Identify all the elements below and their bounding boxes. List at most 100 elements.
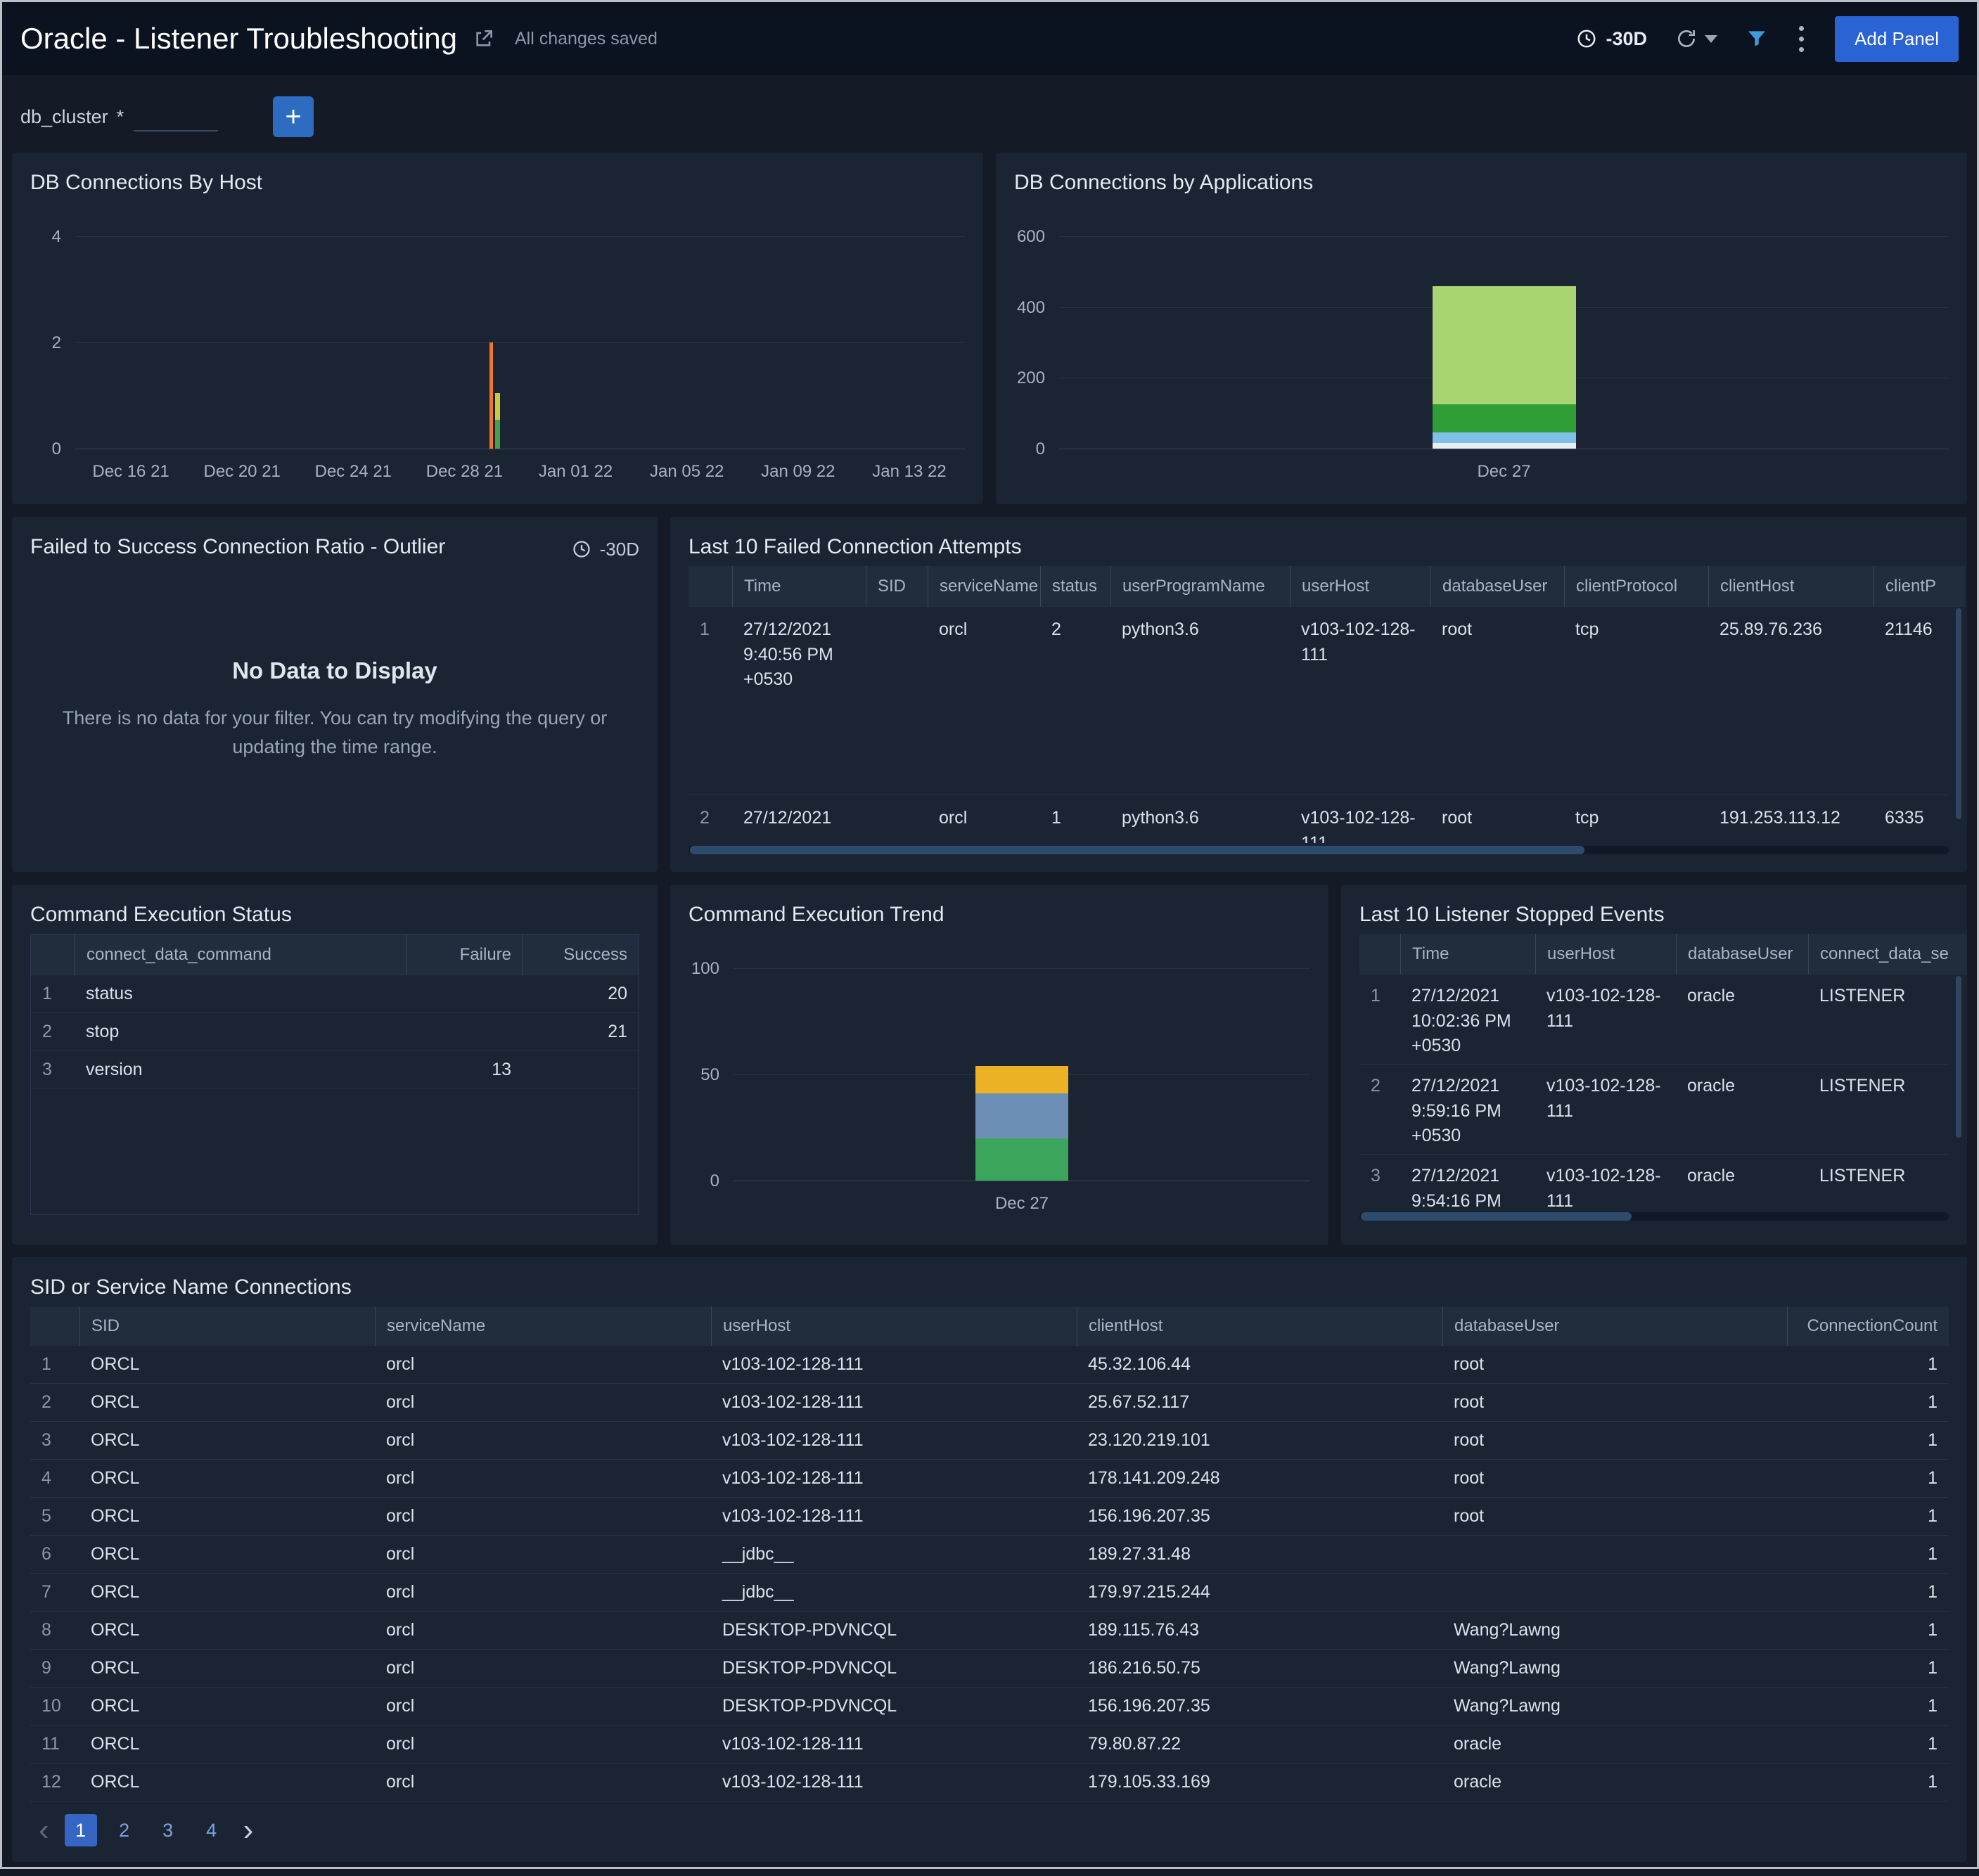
row-index: 10 <box>30 1688 79 1725</box>
cell-databaseuser: root <box>1442 1346 1787 1383</box>
y-axis-label: 4 <box>52 227 61 247</box>
horizontal-scrollbar[interactable] <box>1359 1212 1949 1221</box>
column-header-userhost[interactable]: userHost <box>1290 566 1430 607</box>
add-filter-button[interactable]: + <box>273 96 314 137</box>
time-range-label: -30D <box>1606 28 1647 50</box>
table-row: 8 ORCL orcl DESKTOP-PDVNCQL 189.115.76.4… <box>30 1612 1949 1650</box>
cell-sid: ORCL <box>79 1650 375 1687</box>
cell-success <box>523 1051 639 1088</box>
chart-plot-area <box>75 216 965 449</box>
gridline <box>734 968 1310 969</box>
next-page-button[interactable]: › <box>239 1815 258 1846</box>
clock-icon <box>572 539 591 559</box>
column-header-clientport[interactable]: clientP <box>1874 566 1965 607</box>
column-header-status[interactable]: status <box>1040 566 1110 607</box>
panel-db-connections-by-applications: DB Connections by Applications 020040060… <box>996 153 1967 504</box>
stacked-bar <box>1433 286 1576 449</box>
vertical-scrollbar-thumb[interactable] <box>1956 976 1961 1138</box>
cell-clienthost: 179.97.215.244 <box>1077 1574 1442 1611</box>
cell-databaseuser: oracle <box>1676 1065 1808 1154</box>
column-header-databaseuser[interactable]: databaseUser <box>1430 566 1564 607</box>
table-header: Time SID serviceName status userProgramN… <box>689 566 1965 607</box>
panel-title: SID or Service Name Connections <box>30 1276 1949 1299</box>
page-button-3[interactable]: 3 <box>152 1814 184 1846</box>
cell-connect-data-service: LISTENER <box>1808 975 1949 1064</box>
page-button-1[interactable]: 1 <box>65 1814 97 1846</box>
prev-page-button[interactable]: ‹ <box>34 1815 53 1846</box>
table-row: 2 stop 21 <box>31 1013 639 1051</box>
bar <box>489 342 493 449</box>
column-header-servicename[interactable]: serviceName <box>928 566 1040 607</box>
column-header-index <box>31 934 75 975</box>
column-header-command[interactable]: connect_data_command <box>75 934 406 975</box>
x-axis-label: Jan 05 22 <box>650 462 724 482</box>
table-row: 1 27/12/2021 10:02:36 PM +0530 v103-102-… <box>1359 975 1949 1065</box>
horizontal-scrollbar[interactable] <box>689 846 1949 854</box>
vertical-scrollbar-thumb[interactable] <box>1956 608 1961 819</box>
column-header-userhost[interactable]: userHost <box>1535 934 1676 975</box>
cell-servicename: orcl <box>375 1460 711 1497</box>
share-icon[interactable] <box>473 27 495 50</box>
refresh-control[interactable] <box>1675 27 1717 50</box>
cell-success: 20 <box>523 975 639 1013</box>
cell-clienthost: 156.196.207.35 <box>1077 1688 1442 1725</box>
time-range-control[interactable]: -30D <box>1576 28 1647 50</box>
gridline <box>75 342 965 343</box>
column-header-time[interactable]: Time <box>732 566 866 607</box>
cell-userhost: v103-102-128-111 <box>711 1763 1077 1801</box>
row-index: 2 <box>31 1013 75 1051</box>
panel-last-10-failed-connection-attempts: Last 10 Failed Connection Attempts Time … <box>670 517 1967 872</box>
column-header-userprogramname[interactable]: userProgramName <box>1110 566 1290 607</box>
cell-connectioncount: 1 <box>1787 1498 1949 1535</box>
column-header-sid[interactable]: SID <box>866 566 928 607</box>
cell-sid: ORCL <box>79 1498 375 1535</box>
cell-userhost: v103-102-128-111 <box>711 1726 1077 1763</box>
cell-userhost: DESKTOP-PDVNCQL <box>711 1650 1077 1687</box>
horizontal-scrollbar-thumb[interactable] <box>690 846 1584 854</box>
bar <box>495 420 500 449</box>
cell-command: status <box>75 975 406 1013</box>
required-asterisk: * <box>117 106 124 128</box>
column-header-sid[interactable]: SID <box>79 1306 375 1346</box>
column-header-clientprotocol[interactable]: clientProtocol <box>1564 566 1708 607</box>
top-bar: Oracle - Listener Troubleshooting All ch… <box>2 2 1977 75</box>
cell-connectioncount: 1 <box>1787 1574 1949 1611</box>
cell-connectioncount: 1 <box>1787 1726 1949 1763</box>
table-header: Time userHost databaseUser connect_data_… <box>1359 934 1967 975</box>
page-button-2[interactable]: 2 <box>108 1814 141 1846</box>
bar-segment <box>975 1066 1068 1093</box>
bar-segment <box>1433 286 1576 405</box>
x-axis: Dec 27 <box>1059 449 1949 487</box>
column-header-clienthost[interactable]: clientHost <box>1708 566 1874 607</box>
row-index: 1 <box>1359 975 1400 1064</box>
column-header-databaseuser[interactable]: databaseUser <box>1676 934 1808 975</box>
table-row: 7 ORCL orcl __jdbc__ 179.97.215.244 1 <box>30 1574 1949 1612</box>
kebab-menu[interactable] <box>1796 23 1807 55</box>
cell-connectioncount: 1 <box>1787 1612 1949 1649</box>
column-header-success[interactable]: Success <box>523 934 639 975</box>
add-panel-button[interactable]: Add Panel <box>1835 16 1959 62</box>
cell-userhost: DESKTOP-PDVNCQL <box>711 1612 1077 1649</box>
column-header-failure[interactable]: Failure <box>406 934 523 975</box>
bar-segment <box>975 1093 1068 1138</box>
page-button-4[interactable]: 4 <box>196 1814 228 1846</box>
filter-icon[interactable] <box>1746 27 1768 50</box>
column-header-connect-data-service[interactable]: connect_data_se <box>1808 934 1967 975</box>
cell-sid: ORCL <box>79 1612 375 1649</box>
cell-time: 27/12/2021 <box>732 795 866 843</box>
db-cluster-input[interactable] <box>134 102 218 131</box>
panel-time-range-control[interactable]: -30D <box>572 539 639 560</box>
cell-userhost: v103-102-128-111 <box>1535 1065 1676 1154</box>
column-header-connectioncount[interactable]: ConnectionCount <box>1787 1306 1949 1346</box>
column-header-userhost[interactable]: userHost <box>711 1306 1077 1346</box>
cell-servicename: orcl <box>375 1346 711 1383</box>
horizontal-scrollbar-thumb[interactable] <box>1361 1212 1632 1221</box>
column-header-databaseuser[interactable]: databaseUser <box>1442 1306 1787 1346</box>
column-header-servicename[interactable]: serviceName <box>375 1306 711 1346</box>
cell-servicename: orcl <box>928 795 1040 843</box>
cell-clienthost: 189.27.31.48 <box>1077 1536 1442 1573</box>
gridline <box>1059 236 1949 237</box>
column-header-clienthost[interactable]: clientHost <box>1077 1306 1442 1346</box>
table-header: connect_data_command Failure Success <box>31 934 639 975</box>
column-header-time[interactable]: Time <box>1400 934 1535 975</box>
